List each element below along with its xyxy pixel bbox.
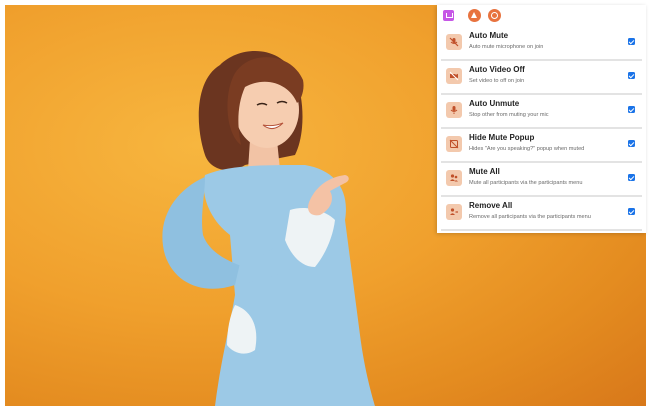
people-mute-icon	[446, 170, 462, 186]
setting-description: Mute all participants via the participan…	[469, 180, 583, 186]
setting-title: Auto Video Off	[469, 65, 525, 74]
video-off-icon	[446, 68, 462, 84]
people-remove-icon	[446, 204, 462, 220]
setting-checkbox[interactable]	[628, 106, 635, 113]
setting-row[interactable]: Auto Unmute Stop other from muting your m…	[441, 97, 642, 129]
setting-title: Mute All	[469, 167, 500, 176]
setting-title: Auto Mute	[469, 31, 509, 40]
extension-icon[interactable]	[443, 10, 454, 21]
setting-row[interactable]: Mute All Mute all participants via the pa…	[441, 165, 642, 197]
setting-description: Auto mute microphone on join	[469, 44, 544, 50]
setting-checkbox[interactable]	[628, 174, 635, 181]
setting-row[interactable]: Remove All Remove all participants via th…	[441, 199, 642, 231]
setting-checkbox[interactable]	[628, 140, 635, 147]
panel-toolbar	[437, 5, 646, 27]
setting-checkbox[interactable]	[628, 38, 635, 45]
circle-icon[interactable]	[488, 9, 501, 22]
setting-checkbox[interactable]	[628, 72, 635, 79]
setting-description: Stop other from muting your mic	[469, 112, 549, 118]
setting-row[interactable]: Auto Video Off Set video to off on join	[441, 63, 642, 95]
mic-icon	[446, 102, 462, 118]
extension-panel: Auto Mute Auto mute microphone on join Aut…	[437, 5, 646, 233]
setting-description: Set video to off on join	[469, 78, 525, 84]
warning-icon[interactable]	[468, 9, 481, 22]
popup-off-icon	[446, 136, 462, 152]
setting-title: Remove All	[469, 201, 513, 210]
setting-row[interactable]: Hide Mute Popup Hides "Are you speaking?"…	[441, 131, 642, 163]
setting-description: Hides "Are you speaking?" popup when mut…	[469, 146, 585, 152]
setting-row[interactable]: Auto Mute Auto mute microphone on join	[441, 29, 642, 61]
setting-title: Hide Mute Popup	[469, 133, 535, 142]
setting-title: Auto Unmute	[469, 99, 520, 108]
setting-description: Remove all participants via the particip…	[469, 214, 591, 220]
mic-off-icon	[446, 34, 462, 50]
setting-checkbox[interactable]	[628, 208, 635, 215]
